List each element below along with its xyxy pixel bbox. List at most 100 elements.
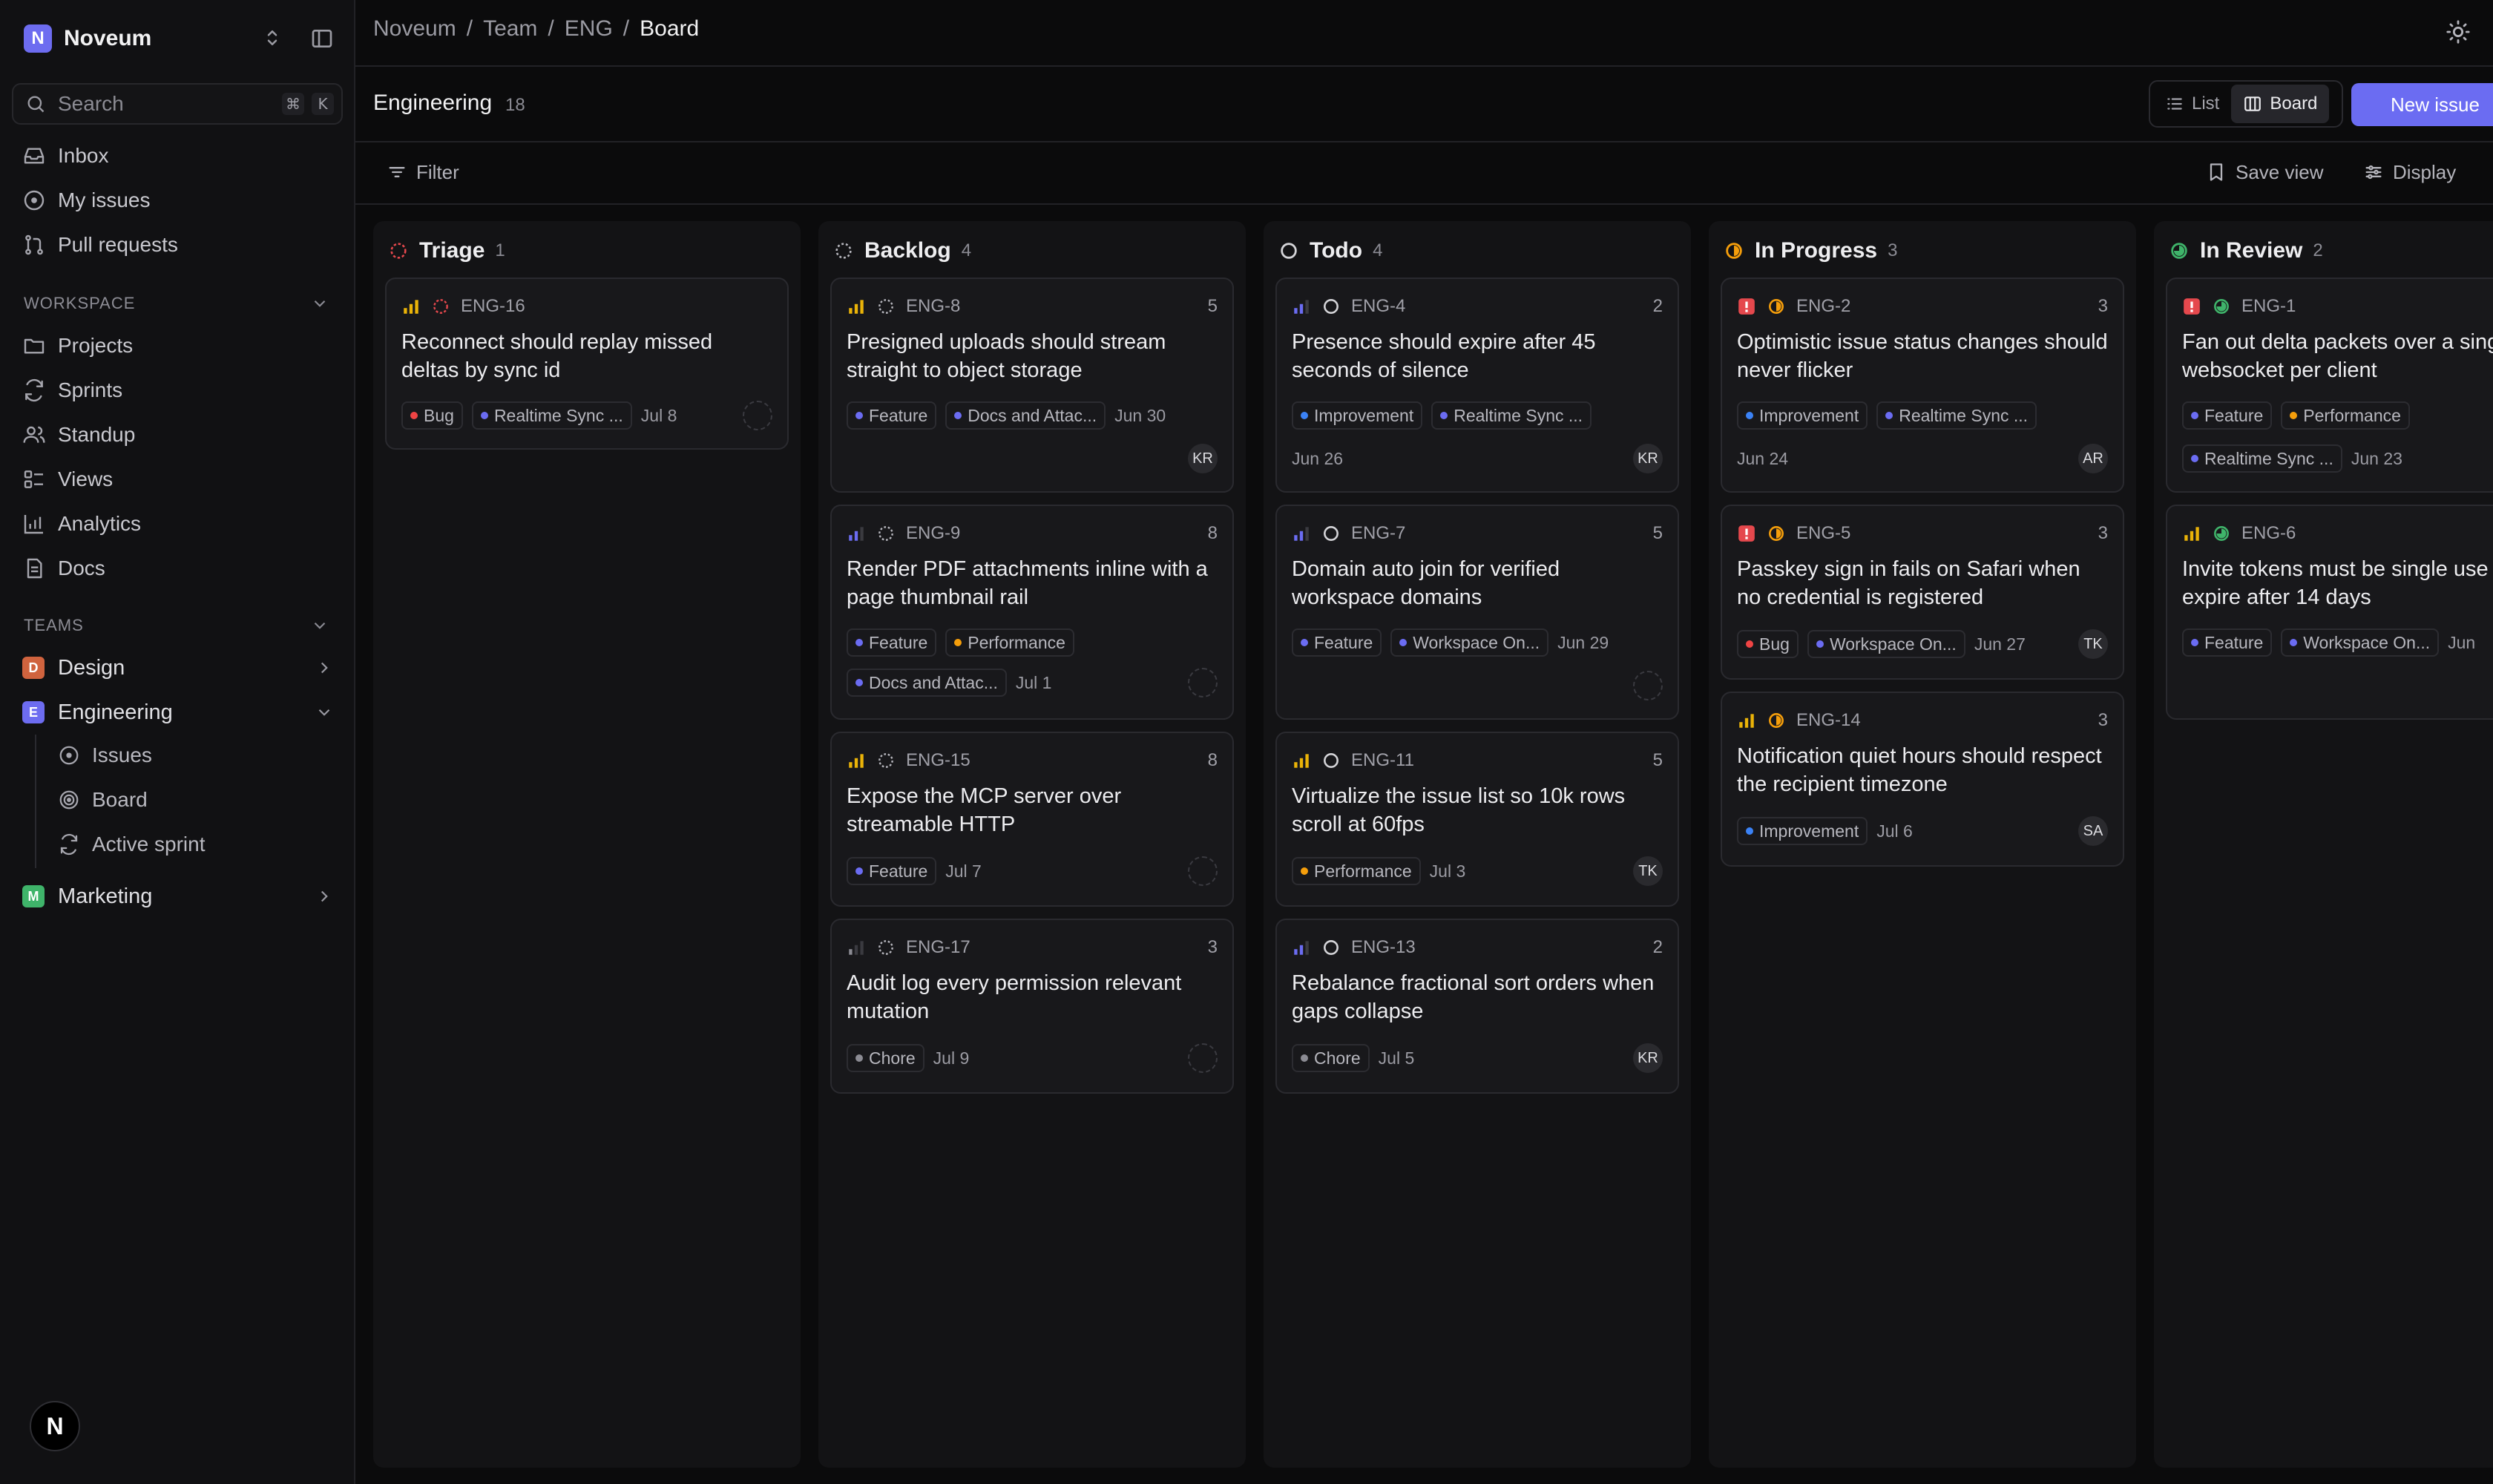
label-chip[interactable]: Realtime Sync ... [2182,444,2342,473]
list-view-button[interactable]: List [2153,85,2231,123]
issue-title: Presence should expire after 45 seconds … [1292,330,1596,382]
chevron-down-icon[interactable] [310,616,329,635]
issue-card[interactable]: ENG-2 3 Optimistic issue status changes … [1721,278,2124,493]
due-date: Jun [2448,632,2476,652]
label-chip[interactable]: Bug [1737,630,1799,658]
chevron-up-down-icon[interactable] [261,27,283,49]
issue-card[interactable]: ENG-1 Fan out delta packets over a singl… [2166,278,2493,493]
issue-card[interactable]: ENG-14 3 Notification quiet hours should… [1721,692,2124,867]
workspace-switcher[interactable]: N Noveum [24,21,335,56]
chevron-right-icon[interactable] [315,658,334,677]
team-engineering-issues[interactable]: Issues [58,741,152,770]
issue-card[interactable]: ENG-8 5 Presigned uploads should stream … [830,278,1234,493]
nav-docs[interactable]: Docs [22,554,105,583]
assignee-avatar[interactable]: KR [1633,1043,1663,1073]
sidebar-toggle-icon[interactable] [310,27,334,50]
filter-icon [389,167,405,177]
assignee-avatar[interactable]: AR [2078,444,2108,473]
label-chip[interactable]: Realtime Sync ... [1876,401,2037,430]
board-view-button[interactable]: Board [2231,85,2330,123]
search-input[interactable]: Search ⌘ K [12,83,343,125]
issue-id: ENG-14 [1796,710,1861,730]
assignee-avatar[interactable]: KR [1633,444,1663,473]
team-engineering[interactable]: E Engineering [22,696,334,729]
breadcrumb-eng[interactable]: ENG [565,16,613,42]
unassigned-avatar-icon[interactable] [1188,1043,1218,1073]
issue-card[interactable]: ENG-15 8 Expose the MCP server over stre… [830,732,1234,907]
team-marketing[interactable]: M Marketing [22,880,334,913]
label-chip[interactable]: Realtime Sync ... [1431,401,1592,430]
filter-button[interactable]: Filter [387,157,459,187]
label-chip[interactable]: Realtime Sync ... [471,401,632,430]
label-chip[interactable]: Docs and Attac... [945,401,1106,430]
user-avatar[interactable]: N [30,1401,80,1451]
unassigned-avatar-icon[interactable] [1188,668,1218,697]
label-chip[interactable]: Performance [945,628,1074,657]
label-chip[interactable]: Improvement [1292,401,1423,430]
save-view-button[interactable]: Save view [2206,157,2324,187]
label-chip[interactable]: Bug [401,401,463,430]
label-chip[interactable]: Feature [2182,401,2273,430]
nav-views[interactable]: Views [22,464,113,494]
label-text: Performance [2303,405,2401,425]
issue-card[interactable]: ENG-7 5 Domain auto join for verified wo… [1275,505,1679,720]
issue-card[interactable]: ENG-9 8 Render PDF attachments inline wi… [830,505,1234,720]
nav-pull-requests[interactable]: Pull requests [22,230,178,260]
label-chip[interactable]: Performance [2281,401,2410,430]
label-chip[interactable]: Performance [1292,857,1421,885]
nav-my-issues[interactable]: My issues [22,186,150,215]
assignee-avatar[interactable]: KR [1188,444,1218,473]
issue-id: ENG-16 [461,296,525,316]
team-design[interactable]: D Design [22,651,334,684]
label-chip[interactable]: Chore [847,1044,924,1072]
due-date: Jun 27 [1974,634,2026,654]
label-chip[interactable]: Workspace On... [2281,628,2440,657]
issue-card[interactable]: ENG-11 5 Virtualize the issue list so 10… [1275,732,1679,907]
nav-standup[interactable]: Standup [22,420,135,450]
status-triage-icon [433,299,448,314]
label-text: Bug [1759,634,1790,654]
label-chip[interactable]: Feature [847,857,937,885]
issue-card[interactable]: ENG-16 Reconnect should replay missed de… [385,278,789,450]
label-chip[interactable]: Feature [2182,628,2273,657]
issue-card[interactable]: ENG-5 3 Passkey sign in fails on Safari … [1721,505,2124,680]
display-button[interactable]: Display [2363,157,2456,187]
sun-icon[interactable] [2446,19,2471,45]
issue-card[interactable]: ENG-13 2 Rebalance fractional sort order… [1275,919,1679,1094]
label-text: Feature [869,861,928,881]
label-chip[interactable]: Feature [847,401,937,430]
unassigned-avatar-icon[interactable] [1633,671,1663,700]
priority-medium-icon [849,527,864,541]
assignee-avatar[interactable]: TK [1633,856,1663,886]
issue-card[interactable]: ENG-4 2 Presence should expire after 45 … [1275,278,1679,493]
label-chip[interactable]: Improvement [1737,817,1868,845]
breadcrumb-team[interactable]: Team [483,16,537,42]
chevron-down-icon[interactable] [315,703,334,722]
label-chip[interactable]: Docs and Attac... [847,669,1007,697]
assignee-avatar[interactable]: SA [2078,816,2108,846]
unassigned-avatar-icon[interactable] [743,401,772,430]
breadcrumb-workspace[interactable]: Noveum [373,16,456,42]
column-title: In Progress [1755,238,1878,263]
label-chip[interactable]: Workspace On... [1390,628,1549,657]
nav-analytics[interactable]: Analytics [22,509,141,539]
label-chip[interactable]: Feature [1292,628,1382,657]
label-chip[interactable]: Chore [1292,1044,1370,1072]
issue-card[interactable]: ENG-17 3 Audit log every permission rele… [830,919,1234,1094]
team-engineering-board[interactable]: Board [58,785,148,815]
assignee-avatar[interactable]: TK [2078,629,2108,659]
unassigned-avatar-icon[interactable] [1188,856,1218,886]
label-chip[interactable]: Workspace On... [1807,630,1965,658]
list-icon [2167,98,2182,110]
nav-sprints[interactable]: Sprints [22,375,122,405]
issue-card[interactable]: ENG-6 Invite tokens must be single use a… [2166,505,2493,720]
new-issue-button[interactable]: New issue [2351,83,2493,126]
chevron-down-icon[interactable] [310,294,329,313]
label-chip[interactable]: Feature [847,628,937,657]
team-engineering-active-sprint[interactable]: Active sprint [58,830,206,859]
label-chip[interactable]: Improvement [1737,401,1868,430]
nav-inbox[interactable]: Inbox [22,141,109,171]
chevron-right-icon[interactable] [315,887,334,906]
nav-projects[interactable]: Projects [22,331,133,361]
label-text: Realtime Sync ... [1454,405,1583,425]
